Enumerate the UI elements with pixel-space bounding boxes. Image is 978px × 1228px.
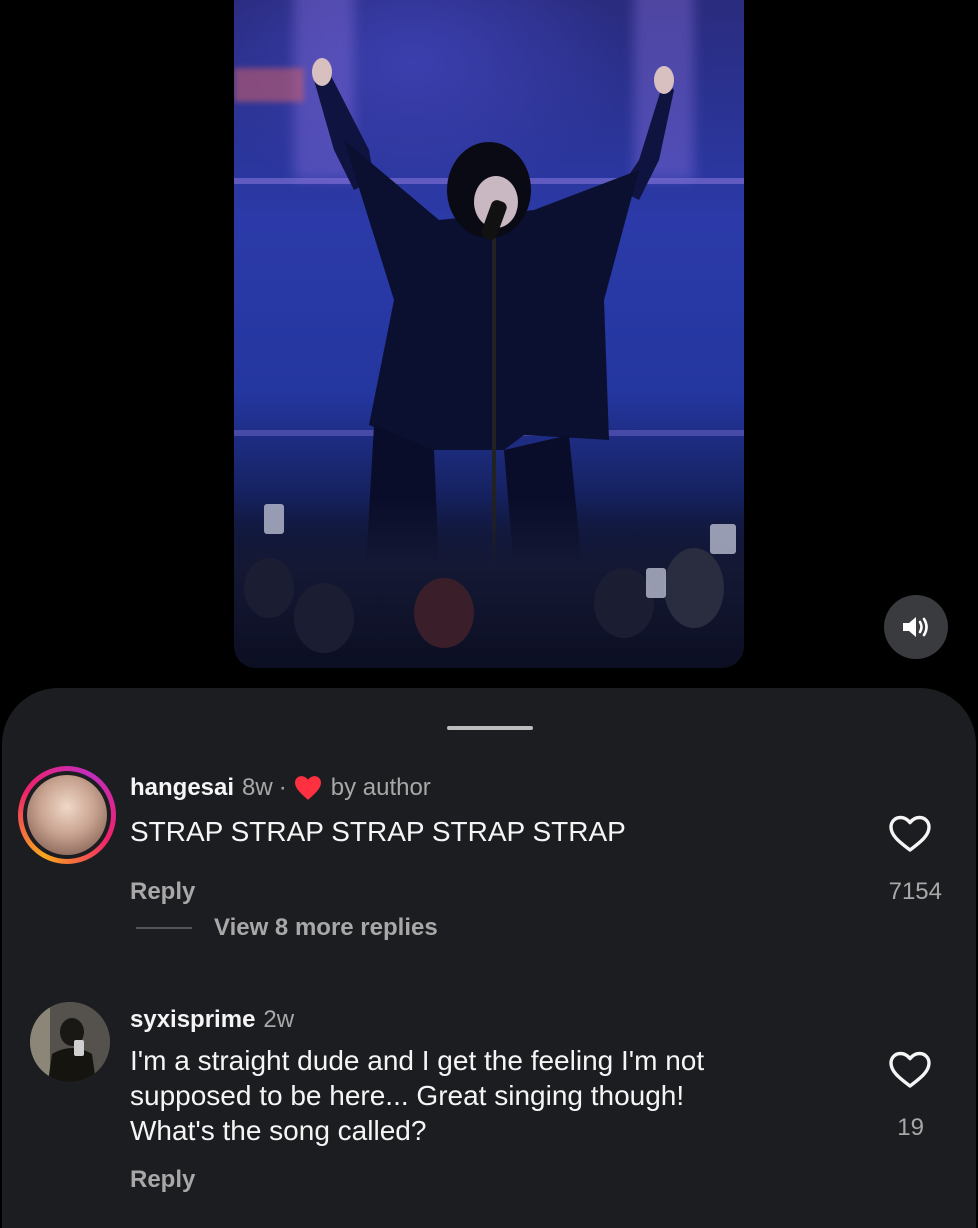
comment-username[interactable]: syxisprime bbox=[130, 1006, 255, 1034]
like-count: 7154 bbox=[888, 878, 942, 905]
speaker-on-icon bbox=[903, 617, 928, 637]
comments-sheet: hangesai 8w · by author STRAP STRAP STRA… bbox=[2, 688, 976, 1228]
view-more-replies-button[interactable]: View 8 more replies bbox=[136, 914, 438, 942]
divider-line bbox=[136, 927, 192, 929]
liked-by-author-label: by author bbox=[330, 774, 431, 801]
comment-username[interactable]: hangesai bbox=[130, 774, 234, 802]
heart-outline-icon[interactable] bbox=[888, 1050, 932, 1090]
meta-separator: · bbox=[278, 774, 287, 801]
comment-text-line: supposed to be here... Great singing tho… bbox=[130, 1080, 685, 1111]
avatar bbox=[27, 775, 107, 855]
comment-text: STRAP STRAP STRAP STRAP STRAP bbox=[130, 816, 626, 847]
reply-button[interactable]: Reply bbox=[130, 878, 195, 906]
reply-button[interactable]: Reply bbox=[130, 1166, 195, 1194]
comment-time: 8w bbox=[242, 774, 273, 801]
comment-meta: syxisprime 2w bbox=[130, 1006, 294, 1034]
avatar-photo bbox=[30, 1002, 110, 1082]
avatar-story-ring[interactable] bbox=[18, 766, 116, 864]
like-count: 19 bbox=[897, 1114, 924, 1141]
comment-text-line: What's the song called? bbox=[130, 1115, 427, 1146]
avatar[interactable] bbox=[30, 1002, 110, 1082]
video-player[interactable] bbox=[234, 0, 744, 668]
comment-text: I'm a straight dude and I get the feelin… bbox=[130, 1043, 704, 1148]
sheet-drag-handle[interactable] bbox=[447, 726, 533, 730]
heart-outline-icon[interactable] bbox=[888, 814, 932, 854]
comment-meta: hangesai 8w · by author bbox=[130, 774, 431, 802]
comment-time: 2w bbox=[263, 1006, 295, 1033]
heart-filled-icon bbox=[294, 776, 321, 800]
crowd bbox=[234, 498, 744, 668]
comment-text-line: I'm a straight dude and I get the feelin… bbox=[130, 1045, 705, 1076]
view-more-replies-label: View 8 more replies bbox=[214, 914, 438, 941]
mute-toggle-button[interactable] bbox=[884, 595, 948, 659]
